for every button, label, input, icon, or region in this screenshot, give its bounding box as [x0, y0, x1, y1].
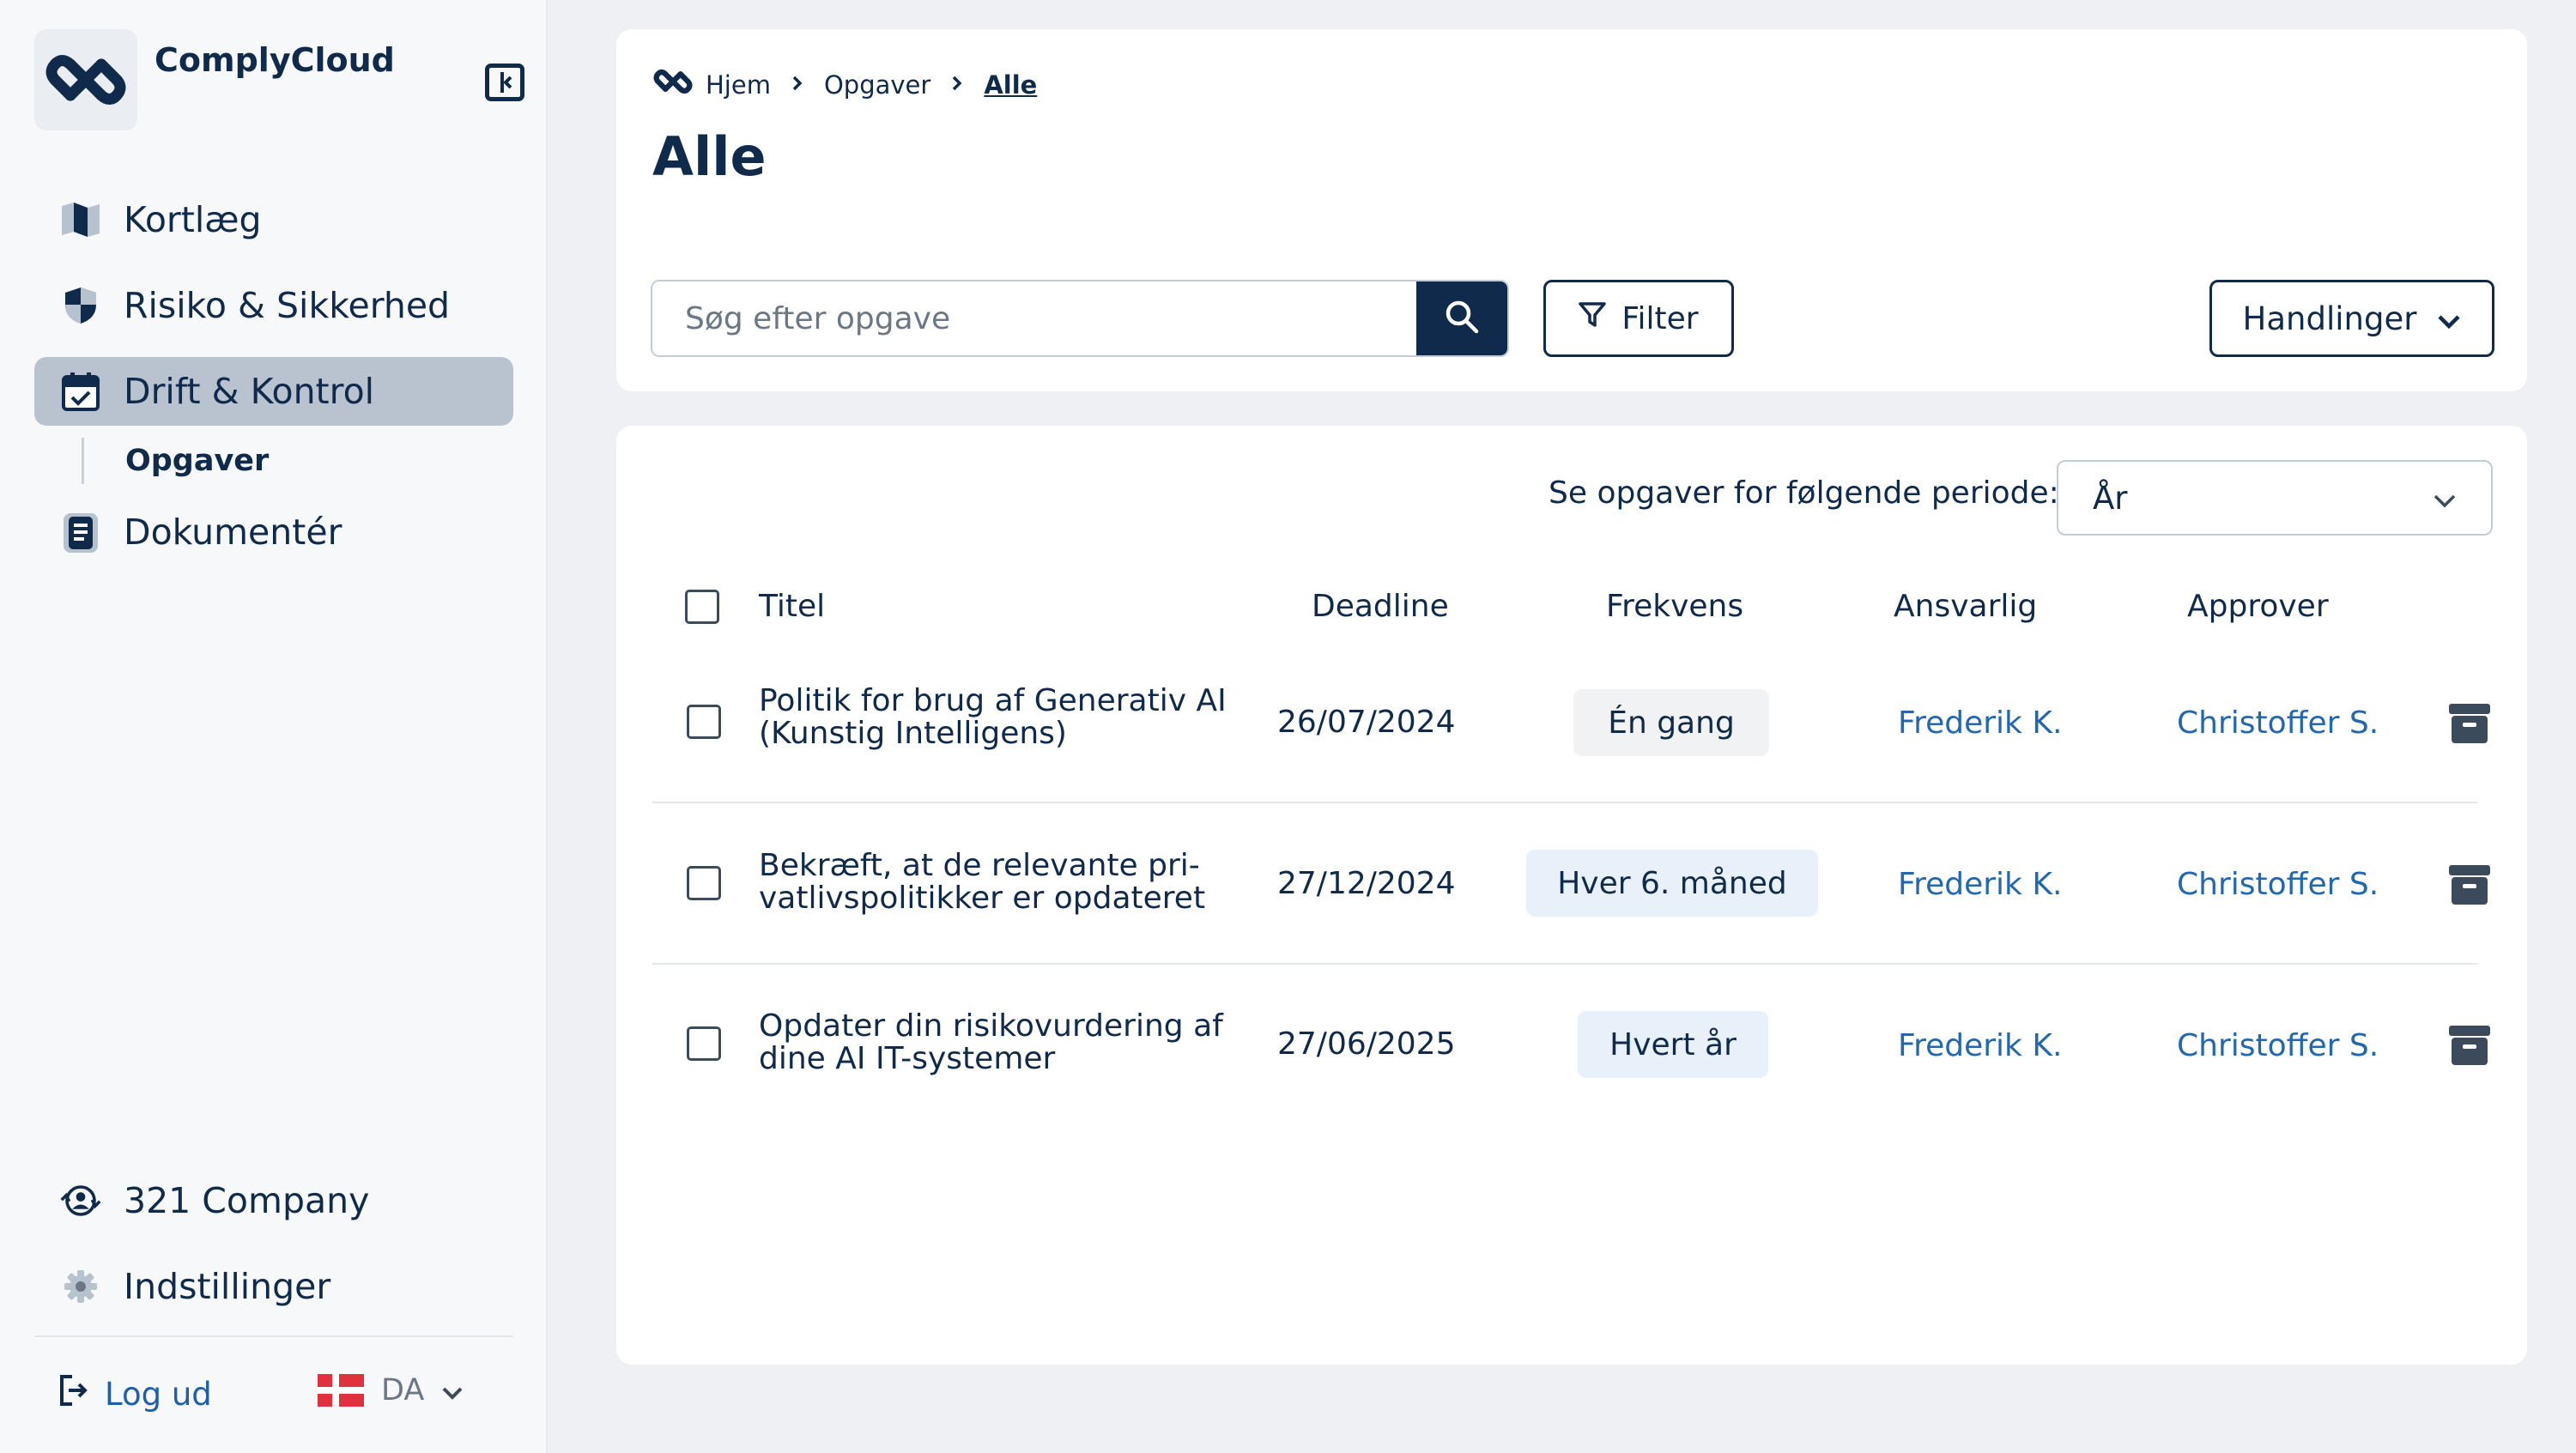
settings-label: Indstillinger	[124, 1266, 331, 1307]
column-header-approver[interactable]: Approver	[2187, 589, 2329, 624]
company-name: 321 Company	[124, 1180, 370, 1221]
period-label: Se opgaver for følgende periode:	[1549, 475, 2059, 511]
chevron-down-icon	[441, 1373, 464, 1408]
sidebar-subitem-opgaver[interactable]: Opgaver	[82, 438, 269, 484]
company-switch-icon	[60, 1180, 101, 1221]
column-header-responsible[interactable]: Ansvarlig	[1894, 589, 2037, 624]
calendar-check-icon	[60, 371, 101, 412]
row-divider	[652, 802, 2477, 803]
sidebar-item-company[interactable]: 321 Company	[34, 1166, 513, 1235]
sidebar-item-label: Kortlæg	[124, 199, 262, 240]
brand-name: ComplyCloud	[155, 41, 395, 79]
language-selector[interactable]: DA	[318, 1373, 464, 1408]
complycloud-logo[interactable]	[34, 29, 137, 130]
row-divider	[652, 963, 2477, 965]
approver-link[interactable]: Christoffer S.	[2177, 867, 2379, 902]
document-icon	[60, 512, 101, 553]
task-deadline: 26/07/2024	[1277, 705, 1456, 740]
archive-icon[interactable]	[2448, 1024, 2491, 1067]
chevron-down-icon	[2437, 300, 2461, 337]
sidebar-item-settings[interactable]: Indstillinger	[34, 1252, 513, 1321]
sidebar-item-drift-kontrol[interactable]: Drift & Kontrol	[34, 357, 513, 426]
sidebar: ComplyCloud Kortlæg Risiko & Sikkerhed D…	[0, 0, 548, 1453]
sidebar-item-label: Risiko & Sikkerhed	[124, 285, 451, 326]
approver-link[interactable]: Christoffer S.	[2177, 705, 2379, 741]
task-title[interactable]: Politik for brug af Generativ AI (Kunsti…	[759, 685, 1240, 750]
column-header-title[interactable]: Titel	[759, 589, 825, 624]
task-deadline: 27/12/2024	[1277, 866, 1456, 901]
frequency-badge: Hver 6. måned	[1526, 850, 1818, 917]
responsible-link[interactable]: Frederik K.	[1898, 705, 2062, 741]
filter-label: Filter	[1621, 300, 1699, 336]
map-icon	[60, 199, 101, 240]
search-button[interactable]	[1416, 282, 1507, 355]
breadcrumb-section[interactable]: Opgaver	[824, 70, 930, 100]
frequency-badge: Én gang	[1573, 689, 1769, 756]
chevron-down-icon	[2433, 480, 2457, 517]
archive-icon[interactable]	[2448, 863, 2491, 906]
breadcrumb-current[interactable]: Alle	[984, 70, 1037, 100]
page-title: Alle	[652, 125, 767, 188]
row-checkbox[interactable]	[687, 705, 721, 739]
collapse-sidebar-icon[interactable]	[485, 64, 524, 101]
sidebar-item-label: Drift & Kontrol	[124, 371, 375, 412]
select-all-checkbox[interactable]	[685, 590, 719, 624]
danish-flag-icon	[318, 1374, 364, 1407]
header-card: Hjem Opgaver Alle Alle Filter	[616, 29, 2527, 391]
filter-button[interactable]: Filter	[1543, 280, 1734, 357]
responsible-link[interactable]: Frederik K.	[1898, 1028, 2062, 1063]
logout-icon	[58, 1373, 88, 1415]
chevron-right-icon	[791, 72, 803, 98]
row-checkbox[interactable]	[687, 866, 721, 900]
sidebar-item-label: Dokumentér	[124, 512, 342, 553]
column-header-deadline[interactable]: Deadline	[1312, 589, 1449, 624]
gear-icon	[60, 1266, 101, 1307]
tasks-table-card: Se opgaver for følgende periode: År Tite…	[616, 426, 2527, 1365]
period-selected-value: År	[2093, 479, 2128, 517]
search-box	[651, 280, 1509, 357]
logout-label: Log ud	[105, 1376, 212, 1413]
sidebar-item-dokumenter[interactable]: Dokumentér	[34, 498, 513, 566]
frequency-badge: Hvert år	[1578, 1011, 1768, 1078]
filter-icon	[1579, 301, 1607, 336]
responsible-link[interactable]: Frederik K.	[1898, 867, 2062, 902]
task-title[interactable]: Bekræft, at de relevante pri- vatlivspol…	[759, 850, 1240, 915]
home-logo-icon[interactable]	[652, 67, 694, 102]
actions-dropdown-button[interactable]: Handlinger	[2209, 280, 2494, 357]
logout-button[interactable]: Log ud	[58, 1373, 212, 1415]
breadcrumb: Hjem Opgaver Alle	[652, 67, 1037, 102]
period-select[interactable]: År	[2057, 460, 2493, 536]
column-header-frequency[interactable]: Frekvens	[1606, 589, 1743, 624]
shield-icon	[60, 285, 101, 326]
sidebar-divider	[34, 1335, 513, 1337]
actions-label: Handlinger	[2242, 300, 2417, 337]
breadcrumb-home[interactable]: Hjem	[706, 70, 771, 100]
chevron-right-icon	[951, 72, 963, 98]
task-deadline: 27/06/2025	[1277, 1026, 1456, 1062]
sidebar-item-risiko-sikkerhed[interactable]: Risiko & Sikkerhed	[34, 271, 513, 340]
search-icon	[1444, 299, 1480, 338]
task-title[interactable]: Opdater din risikovurdering af dine AI I…	[759, 1010, 1240, 1075]
approver-link[interactable]: Christoffer S.	[2177, 1028, 2379, 1063]
language-code: DA	[381, 1373, 425, 1408]
archive-icon[interactable]	[2448, 702, 2491, 745]
sidebar-item-kortlaeg[interactable]: Kortlæg	[34, 185, 513, 254]
row-checkbox[interactable]	[687, 1026, 721, 1061]
search-input[interactable]	[652, 282, 1416, 355]
